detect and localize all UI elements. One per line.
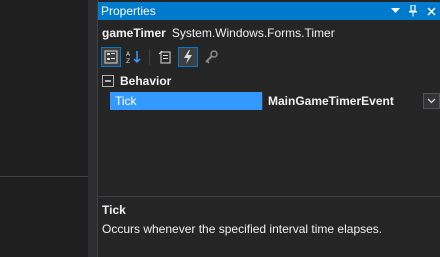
description-splitter[interactable]	[98, 196, 440, 197]
description-text: Occurs whenever the specified interval t…	[102, 222, 383, 236]
chevron-down-icon[interactable]	[387, 3, 403, 19]
description-title: Tick	[102, 203, 126, 217]
property-name[interactable]: Tick	[110, 92, 262, 110]
object-selector[interactable]: gameTimer System.Windows.Forms.Timer	[98, 24, 440, 42]
property-pages-icon[interactable]	[201, 47, 221, 67]
property-grid: Behavior Tick MainGameTimerEvent	[98, 72, 440, 110]
toolbar-separator	[149, 49, 150, 65]
collapse-icon[interactable]	[102, 75, 114, 87]
category-label: Behavior	[120, 74, 172, 88]
svg-text:A: A	[126, 51, 131, 58]
object-type: System.Windows.Forms.Timer	[171, 26, 335, 40]
alphabetical-icon[interactable]: A Z	[124, 47, 144, 67]
chevron-down-icon[interactable]	[423, 93, 440, 109]
property-value[interactable]: MainGameTimerEvent	[262, 92, 440, 110]
editor-divider	[0, 176, 88, 177]
property-value-text: MainGameTimerEvent	[268, 94, 394, 108]
description-pane: Tick Occurs whenever the specified inter…	[102, 203, 437, 236]
category-behavior[interactable]: Behavior	[98, 72, 440, 90]
properties-toolbar: A Z	[98, 46, 440, 68]
close-icon[interactable]	[423, 3, 439, 19]
panel-title: Properties	[101, 4, 156, 18]
events-icon[interactable]	[178, 47, 198, 67]
properties-icon[interactable]	[155, 47, 175, 67]
editor-area	[0, 0, 88, 257]
pin-icon[interactable]	[405, 3, 421, 19]
properties-panel: Properties gameTimer System.Windows.Form…	[97, 0, 440, 257]
object-name: gameTimer	[102, 26, 166, 40]
panel-titlebar: Properties	[98, 2, 440, 20]
svg-text:Z: Z	[126, 58, 130, 64]
property-row-tick[interactable]: Tick MainGameTimerEvent	[98, 92, 440, 110]
panel-splitter[interactable]	[88, 0, 97, 257]
categorized-icon[interactable]	[101, 47, 121, 67]
